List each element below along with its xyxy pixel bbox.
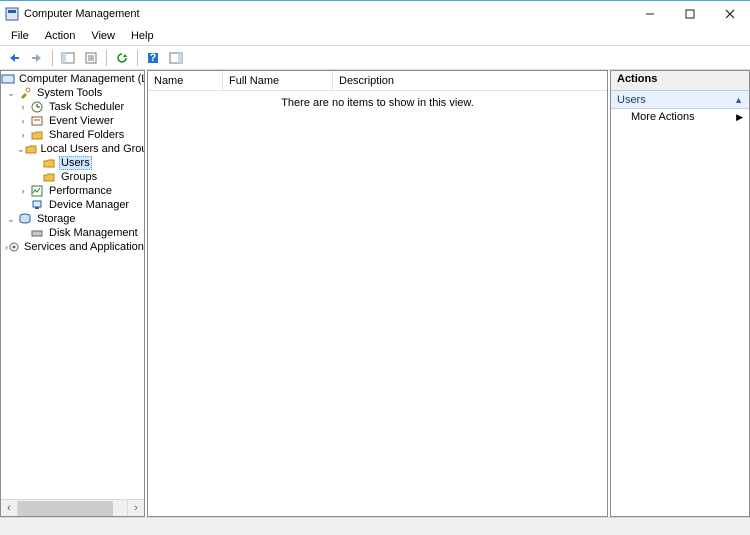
tree-label: Shared Folders	[47, 129, 126, 141]
tree-storage[interactable]: ⌄ Storage	[1, 212, 144, 226]
actions-more-actions[interactable]: More Actions ▶	[611, 109, 749, 125]
shared-folder-icon	[29, 128, 45, 142]
column-header-name[interactable]: Name	[148, 71, 223, 90]
tree-label: Event Viewer	[47, 115, 116, 127]
menu-help[interactable]: Help	[124, 29, 161, 43]
tree-label: Users	[59, 156, 92, 170]
minimize-button[interactable]	[630, 1, 670, 27]
forward-button[interactable]	[26, 48, 48, 68]
refresh-button[interactable]	[111, 48, 133, 68]
maximize-button[interactable]	[670, 1, 710, 27]
disk-icon	[29, 226, 45, 240]
tree-disk-management[interactable]: Disk Management	[1, 226, 144, 240]
tree-shared-folders[interactable]: › Shared Folders	[1, 128, 144, 142]
properties-button[interactable]	[80, 48, 102, 68]
window-frame: Computer Management File Action View Hel…	[0, 0, 750, 535]
performance-icon	[29, 184, 45, 198]
column-header-description[interactable]: Description	[333, 71, 607, 90]
tree-label: System Tools	[35, 87, 104, 99]
svg-text:?: ?	[150, 52, 157, 64]
tree-users[interactable]: Users	[1, 156, 144, 170]
event-viewer-icon	[29, 114, 45, 128]
folder-icon	[41, 156, 57, 170]
tree-task-scheduler[interactable]: › Task Scheduler	[1, 100, 144, 114]
toolbar-separator	[52, 50, 53, 66]
tree-local-users-groups[interactable]: ⌄ Local Users and Groups	[1, 142, 144, 156]
expand-collapse-icon[interactable]: ⌄	[5, 214, 17, 225]
tree-performance[interactable]: › Performance	[1, 184, 144, 198]
tree-services-applications[interactable]: › Services and Applications	[1, 240, 144, 254]
services-icon	[8, 240, 20, 254]
list-pane: Name Full Name Description There are no …	[147, 70, 608, 517]
scroll-thumb[interactable]	[18, 501, 113, 516]
menubar: File Action View Help	[0, 27, 750, 46]
actions-link-label: More Actions	[631, 111, 695, 123]
tree-label: Local Users and Groups	[39, 143, 144, 155]
actions-section-header[interactable]: Users ▲	[611, 91, 749, 109]
tree-groups[interactable]: Groups	[1, 170, 144, 184]
nav-tree[interactable]: Computer Management (Local ⌄ System Tool…	[1, 71, 144, 499]
collapse-icon: ▲	[734, 95, 743, 105]
expand-collapse-icon[interactable]: ⌄	[5, 88, 17, 99]
tree-label: Services and Applications	[22, 241, 144, 253]
tree-label: Disk Management	[47, 227, 140, 239]
actions-header: Actions	[611, 71, 749, 91]
app-icon	[4, 6, 20, 22]
submenu-arrow-icon: ▶	[736, 112, 743, 123]
empty-list-message: There are no items to show in this view.	[281, 97, 474, 109]
expand-collapse-icon[interactable]: ›	[17, 186, 29, 196]
tree-device-manager[interactable]: Device Manager	[1, 198, 144, 212]
menu-view[interactable]: View	[84, 29, 122, 43]
close-button[interactable]	[710, 1, 750, 27]
column-header-fullname[interactable]: Full Name	[223, 71, 333, 90]
show-hide-tree-button[interactable]	[57, 48, 79, 68]
clock-icon	[29, 100, 45, 114]
status-bar	[0, 517, 750, 535]
list-body[interactable]: There are no items to show in this view.	[148, 91, 607, 516]
menu-file[interactable]: File	[4, 29, 36, 43]
help-button[interactable]: ?	[142, 48, 164, 68]
tools-icon	[17, 86, 33, 100]
users-groups-icon	[25, 142, 37, 156]
expand-collapse-icon[interactable]: ›	[17, 116, 29, 126]
tree-label: Task Scheduler	[47, 101, 126, 113]
tree-label: Performance	[47, 185, 114, 197]
window-title: Computer Management	[24, 8, 140, 20]
horizontal-scrollbar[interactable]: ‹ ›	[1, 499, 144, 516]
scroll-left-button[interactable]: ‹	[1, 500, 18, 517]
storage-icon	[17, 212, 33, 226]
scroll-right-button[interactable]: ›	[127, 500, 144, 517]
tree-label: Device Manager	[47, 199, 131, 211]
actions-section-label: Users	[617, 94, 646, 106]
tree-label: Computer Management (Local	[17, 73, 144, 85]
body-3pane: Computer Management (Local ⌄ System Tool…	[0, 70, 750, 517]
toolbar-separator	[106, 50, 107, 66]
tree-system-tools[interactable]: ⌄ System Tools	[1, 86, 144, 100]
menu-action[interactable]: Action	[38, 29, 83, 43]
tree-root[interactable]: Computer Management (Local	[1, 72, 144, 86]
device-manager-icon	[29, 198, 45, 212]
tree-label: Groups	[59, 171, 99, 183]
folder-icon	[41, 170, 57, 184]
expand-collapse-icon[interactable]: ›	[17, 130, 29, 140]
computer-management-icon	[1, 72, 15, 86]
show-hide-action-pane-button[interactable]	[165, 48, 187, 68]
actions-pane: Actions Users ▲ More Actions ▶	[610, 70, 750, 517]
tree-pane: Computer Management (Local ⌄ System Tool…	[0, 70, 145, 517]
expand-collapse-icon[interactable]: ⌄	[17, 144, 25, 155]
back-button[interactable]	[3, 48, 25, 68]
column-headers: Name Full Name Description	[148, 71, 607, 91]
expand-collapse-icon[interactable]: ›	[17, 102, 29, 112]
tree-label: Storage	[35, 213, 78, 225]
tree-event-viewer[interactable]: › Event Viewer	[1, 114, 144, 128]
toolbar-separator	[137, 50, 138, 66]
titlebar: Computer Management	[0, 1, 750, 27]
toolbar: ?	[0, 46, 750, 70]
